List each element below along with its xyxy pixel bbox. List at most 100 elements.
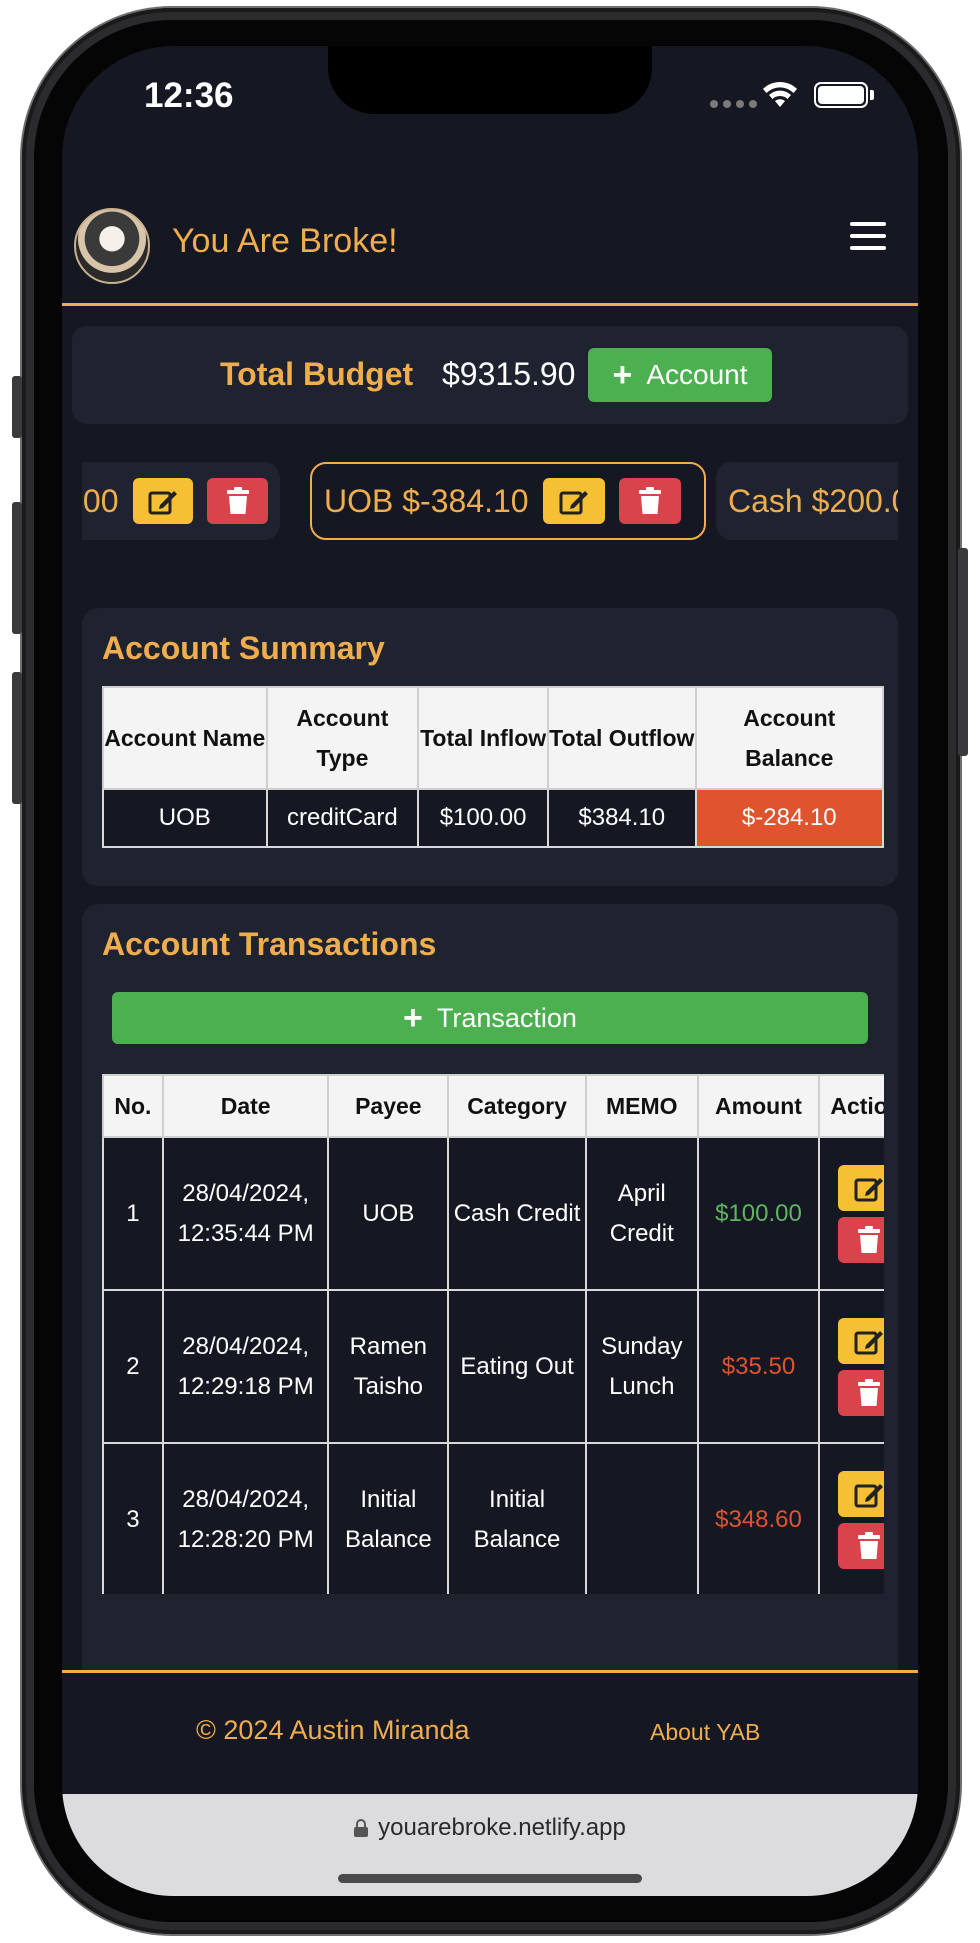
account-chip-label: UOB $-384.10 (324, 482, 529, 519)
trash-icon (858, 1531, 881, 1559)
volume-down-button (12, 672, 22, 804)
dog-avatar-logo[interactable] (74, 208, 150, 284)
screen: 12:36 You Are Broke! Total Budget $9315.… (62, 46, 918, 1896)
plus-icon: + (612, 356, 633, 394)
cell-payee: UOB (327, 1136, 450, 1291)
url-display[interactable]: youarebroke.netlify.app (62, 1814, 918, 1842)
header-date: Date (161, 1074, 330, 1138)
total-budget-value: $9315.90 (442, 356, 576, 392)
transactions-header-row: No. Date Payee Category MEMO Amount Acti… (102, 1074, 884, 1138)
header-memo: MEMO (584, 1074, 699, 1138)
mute-switch (12, 376, 22, 438)
transaction-row: 2 28/04/2024, 12:29:18 PM Ramen Taisho E… (102, 1289, 884, 1444)
header-account-type: Account Type (265, 686, 420, 790)
account-chip-uob[interactable]: UOB $-384.10 (310, 462, 706, 540)
header-account-balance: Account Balance (694, 686, 885, 790)
cell-actions (818, 1442, 884, 1594)
browser-url-bar[interactable]: youarebroke.netlify.app (62, 1794, 918, 1896)
cell-account-name: UOB (102, 788, 268, 848)
home-indicator[interactable] (338, 1874, 642, 1883)
cell-amount: $348.60 (696, 1442, 821, 1594)
account-transactions-title: Account Transactions (102, 926, 437, 962)
cell-account-type: creditCard (265, 788, 420, 848)
header-total-outflow: Total Outflow (546, 686, 697, 790)
delete-transaction-button[interactable] (838, 1216, 884, 1263)
notch (328, 46, 652, 114)
account-transactions-card: Account Transactions + Transaction No. D… (82, 904, 898, 1700)
summary-header-row: Account Name Account Type Total Inflow T… (102, 686, 885, 790)
edit-icon (854, 1330, 884, 1354)
delete-account-button[interactable] (207, 478, 268, 524)
plus-icon: + (403, 999, 423, 1037)
edit-account-button[interactable] (132, 478, 194, 524)
cellular-signal-icon (710, 100, 757, 108)
total-budget-label: Total Budget (220, 356, 414, 392)
header-payee: Payee (327, 1074, 450, 1138)
edit-account-button[interactable] (542, 478, 605, 524)
navbar: You Are Broke! (62, 156, 918, 306)
header-no: No. (102, 1074, 164, 1138)
battery-cap (870, 90, 874, 100)
transaction-row: 3 28/04/2024, 12:28:20 PM Initial Balanc… (102, 1442, 884, 1594)
cell-category: Cash Credit (447, 1136, 587, 1291)
account-summary-card: Account Summary Account Name Account Typ… (82, 608, 898, 886)
add-account-label: Account (646, 359, 748, 390)
cell-payee: Ramen Taisho (327, 1289, 450, 1444)
cell-category: Eating Out (447, 1289, 587, 1444)
volume-up-button (12, 502, 22, 634)
cell-memo: April Credit (584, 1136, 699, 1291)
delete-transaction-button[interactable] (838, 1369, 884, 1416)
wifi-icon (763, 81, 797, 107)
cell-date: 28/04/2024, 12:28:20 PM (161, 1442, 330, 1594)
edit-transaction-button[interactable] (838, 1317, 884, 1364)
status-time: 12:36 (144, 76, 234, 115)
account-chip-cash[interactable]: Cash $200.0 (716, 462, 898, 540)
account-carousel[interactable]: .00 UOB $-384.10 Cash $200.0 (82, 460, 898, 542)
header-total-inflow: Total Inflow (417, 686, 549, 790)
edit-transaction-button[interactable] (838, 1164, 884, 1211)
summary-row: UOB creditCard $100.00 $384.10 $-284.10 (102, 788, 885, 848)
edit-icon (854, 1177, 884, 1201)
brand-title[interactable]: You Are Broke! (172, 222, 398, 261)
header-category: Category (447, 1074, 587, 1138)
account-summary-title: Account Summary (102, 630, 385, 666)
cell-no: 2 (102, 1289, 164, 1444)
cell-actions (818, 1136, 884, 1291)
add-account-button[interactable]: + Account (588, 348, 772, 402)
edit-icon (148, 491, 177, 515)
account-chip-label: Cash $200.0 (728, 482, 898, 519)
cell-date: 28/04/2024, 12:35:44 PM (161, 1136, 330, 1291)
add-transaction-button[interactable]: + Transaction (112, 992, 868, 1044)
transactions-table-scroll[interactable]: No. Date Payee Category MEMO Amount Acti… (102, 1074, 884, 1594)
about-yab-link[interactable]: About YAB (650, 1719, 760, 1746)
battery-icon (814, 82, 868, 108)
cell-no: 3 (102, 1442, 164, 1594)
delete-transaction-button[interactable] (838, 1522, 884, 1569)
total-budget-bar: Total Budget $9315.90 + Account (72, 326, 908, 424)
cell-memo (584, 1442, 699, 1594)
edit-icon (559, 491, 588, 515)
cell-account-balance: $-284.10 (694, 788, 885, 848)
trash-icon (226, 487, 249, 514)
trash-icon (638, 487, 661, 514)
hamburger-menu-icon[interactable] (850, 222, 886, 250)
account-summary-table: Account Name Account Type Total Inflow T… (102, 686, 885, 848)
url-text: youarebroke.netlify.app (378, 1814, 626, 1841)
header-actions: Actions (818, 1074, 884, 1138)
edit-icon (854, 1483, 884, 1507)
cell-date: 28/04/2024, 12:29:18 PM (161, 1289, 330, 1444)
footer: © 2024 Austin Miranda About YAB (62, 1670, 918, 1794)
cell-no: 1 (102, 1136, 164, 1291)
account-chip-previous[interactable]: .00 (82, 462, 280, 540)
cell-amount: $35.50 (696, 1289, 821, 1444)
add-transaction-label: Transaction (436, 1002, 577, 1033)
footer-copyright: © 2024 Austin Miranda (196, 1715, 470, 1745)
cell-total-outflow: $384.10 (546, 788, 697, 848)
trash-icon (858, 1378, 881, 1406)
delete-account-button[interactable] (618, 478, 681, 524)
edit-transaction-button[interactable] (838, 1470, 884, 1517)
trash-icon (858, 1225, 881, 1253)
header-amount: Amount (696, 1074, 821, 1138)
lock-icon (354, 1819, 369, 1837)
account-chip-label: .00 (82, 482, 119, 519)
